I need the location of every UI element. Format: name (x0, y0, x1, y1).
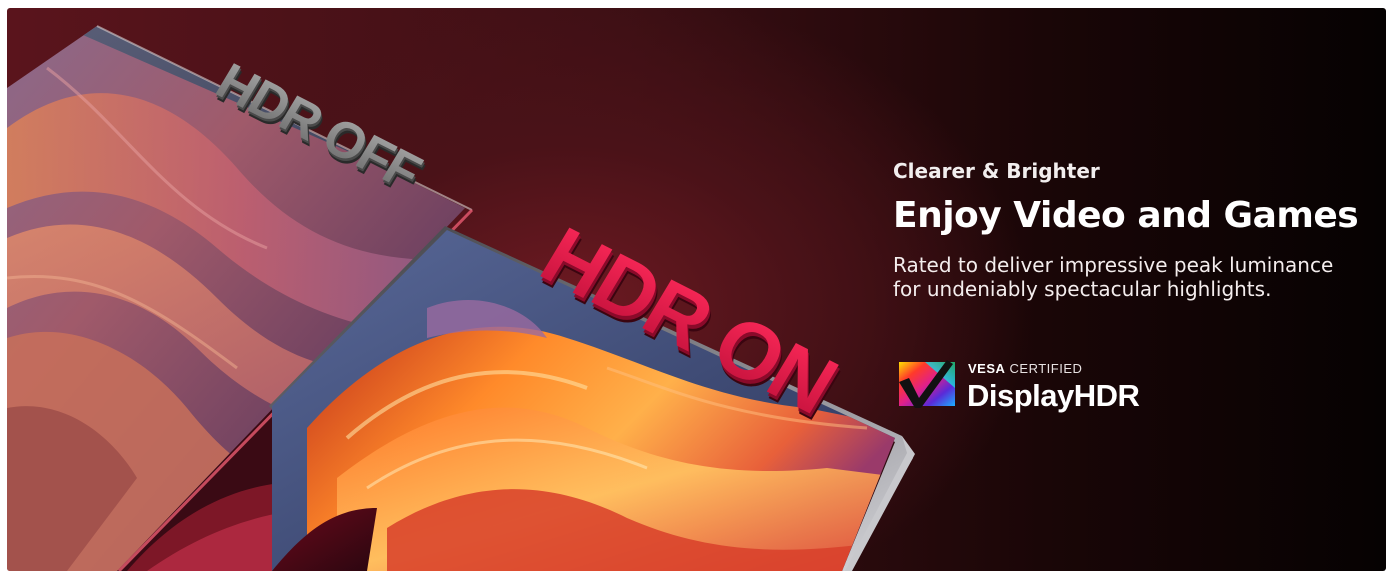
hdr-comparison-artwork: HDR OFF HDR OFF HDR OFF HDR ON HDR ON HD… (7, 25, 915, 571)
vesa-certified-text: VESA CERTIFIED (968, 361, 1083, 376)
displayhdr-text: DisplayHDR (967, 378, 1140, 413)
eyebrow-text: Clearer & Brighter (893, 159, 1100, 183)
hdr-promo-banner: HDR OFF HDR OFF HDR OFF HDR ON HDR ON HD… (7, 8, 1386, 571)
vesa-displayhdr-badge: VESA CERTIFIED DisplayHDR (895, 358, 1165, 414)
vesa-logo-icon (899, 360, 955, 408)
headline: Enjoy Video and Games (893, 195, 1359, 236)
feature-copy: Clearer & Brighter Enjoy Video and Games… (893, 158, 1373, 301)
description-text: Rated to deliver impressive peak luminan… (893, 253, 1334, 301)
